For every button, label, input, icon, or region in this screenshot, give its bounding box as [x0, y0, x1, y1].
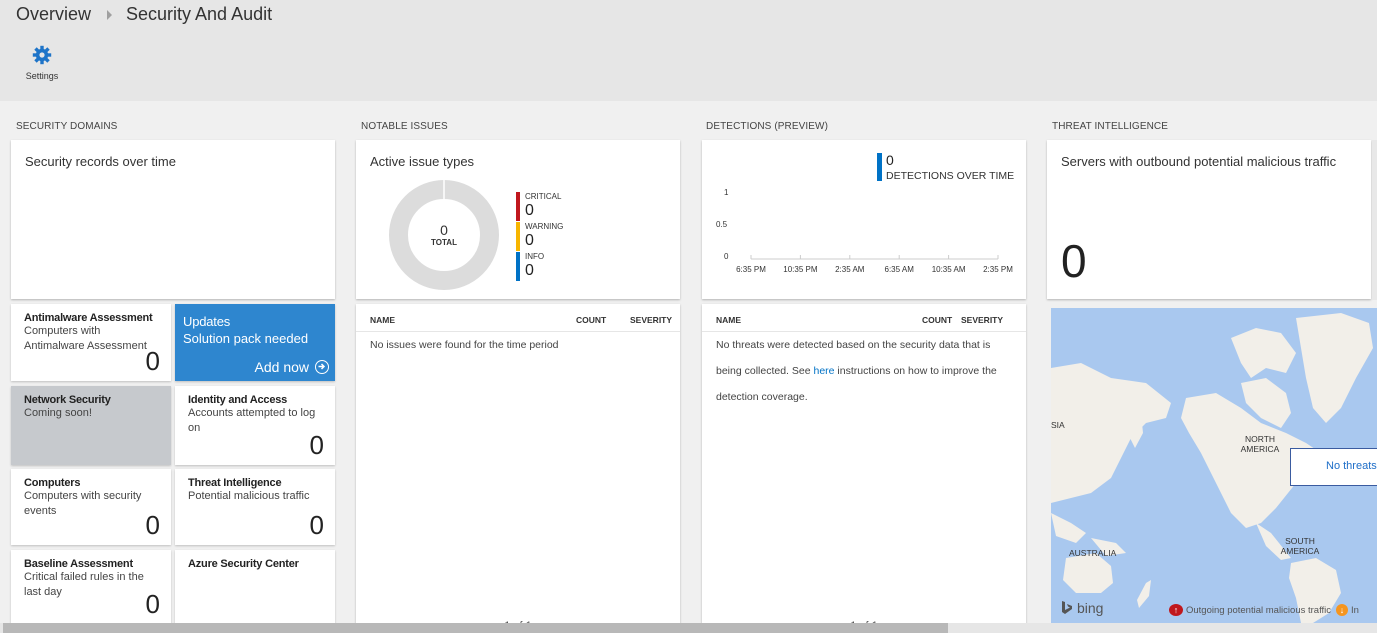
settings-button[interactable]: Settings	[20, 45, 64, 81]
vertical-scrollbar[interactable]	[1372, 140, 1377, 300]
map-label-asia: SIA	[1051, 420, 1065, 430]
tile-value: 0	[309, 430, 324, 460]
malicious-traffic-title: Servers with outbound potential maliciou…	[1061, 154, 1337, 169]
breadcrumb-overview[interactable]: Overview	[16, 4, 91, 25]
col-count[interactable]: COUNT	[922, 315, 952, 325]
horizontal-scrollbar-thumb[interactable]	[3, 623, 948, 633]
severity-label: CRITICAL	[525, 192, 562, 201]
arrow-circle-right-icon	[315, 360, 329, 374]
tile-title: Baseline Assessment	[24, 558, 133, 570]
tile-antimalware-assessment[interactable]: Antimalware Assessment Computers with An…	[11, 304, 171, 381]
security-domains-heading: SECURITY DOMAINS	[16, 121, 118, 132]
add-now-link[interactable]: Add now	[255, 359, 329, 375]
map-label-north-america: NORTH AMERICA	[1240, 434, 1280, 454]
map-popup: No threats	[1290, 448, 1377, 486]
tile-desc: Critical failed rules in the last day	[24, 571, 144, 598]
tile-title: Threat Intelligence	[188, 477, 282, 489]
bing-icon	[1062, 601, 1072, 614]
breadcrumb-separator-icon	[107, 9, 113, 20]
tile-desc: Coming soon!	[24, 407, 92, 419]
tile-title: Computers	[24, 477, 81, 489]
outgoing-arrow-icon: ↑	[1169, 604, 1183, 616]
notable-issues-heading: NOTABLE ISSUES	[361, 121, 448, 132]
tile-desc: Accounts attempted to log on	[188, 407, 316, 434]
tile-threat-intelligence[interactable]: Threat Intelligence Potential malicious …	[175, 469, 335, 545]
legend-outgoing: Outgoing potential malicious traffic	[1186, 604, 1332, 616]
tile-title: Azure Security Center	[188, 558, 299, 570]
col-name[interactable]: NAME	[370, 315, 395, 325]
y-tick-label: 1	[724, 188, 729, 197]
severity-critical: CRITICAL 0	[516, 192, 586, 221]
tile-desc: Computers with Antimalware Assessment	[24, 325, 147, 352]
severity-info: INFO 0	[516, 252, 586, 281]
col-name[interactable]: NAME	[716, 315, 741, 325]
tile-title: Updates	[183, 314, 231, 329]
tile-title: Identity and Access	[188, 394, 288, 406]
tile-computers[interactable]: Computers Computers with security events…	[11, 469, 171, 545]
bing-logo: bing	[1061, 600, 1103, 616]
severity-value: 0	[525, 232, 534, 249]
map-label-south-america: SOUTH AMERICA	[1280, 536, 1320, 556]
x-tick-label: 2:35 PM	[983, 265, 1013, 274]
gear-icon	[32, 45, 52, 65]
tile-desc: Solution pack needed	[183, 331, 309, 346]
severity-warning: WARNING 0	[516, 222, 586, 251]
col-severity[interactable]: SEVERITY	[961, 315, 1003, 325]
tile-value: 0	[145, 346, 160, 376]
tile-baseline-assessment[interactable]: Baseline Assessment Critical failed rule…	[11, 550, 171, 630]
settings-label: Settings	[25, 71, 59, 81]
bing-label: bing	[1077, 600, 1104, 616]
security-records-title: Security records over time	[25, 154, 176, 169]
tile-desc: Potential malicious traffic	[188, 490, 310, 502]
incoming-arrow-icon: ↓	[1336, 604, 1349, 616]
here-link[interactable]: here	[813, 365, 834, 377]
tile-updates[interactable]: Updates Solution pack needed Add now	[175, 304, 335, 381]
tile-desc: Computers with security events	[24, 490, 142, 517]
detections-table-header: NAME COUNT SEVERITY	[702, 304, 1026, 332]
tile-value: 0	[145, 510, 160, 540]
active-issue-types-title: Active issue types	[370, 154, 475, 169]
total-label: TOTAL	[431, 238, 457, 247]
issues-table-header: NAME COUNT SEVERITY	[356, 304, 680, 332]
threat-intelligence-heading: THREAT INTELLIGENCE	[1052, 121, 1168, 132]
header: Overview Security And Audit Settings	[0, 0, 1377, 101]
issues-table-card: NAME COUNT SEVERITY No issues were found…	[356, 304, 680, 632]
tile-azure-security-center[interactable]: Azure Security Center	[175, 550, 335, 630]
legend-incoming: In	[1351, 604, 1359, 616]
y-tick-label: 0.5	[716, 220, 728, 229]
breadcrumb-current: Security And Audit	[126, 4, 273, 24]
breadcrumb: Overview Security And Audit	[16, 4, 272, 25]
tile-identity-and-access[interactable]: Identity and Access Accounts attempted t…	[175, 386, 335, 465]
detections-chart-card[interactable]: 0 DETECTIONS OVER TIME 0 0.5 1 6:35 PM 10:3…	[702, 140, 1026, 299]
map-legend: ↑ Outgoing potential malicious traffic ↓…	[1169, 604, 1359, 616]
donut-center: 0 TOTAL	[389, 180, 499, 290]
total-value: 0	[440, 222, 448, 238]
tile-title: Network Security	[24, 394, 111, 406]
add-now-label: Add now	[254, 359, 309, 375]
issues-empty-message: No issues were found for the time period	[370, 339, 559, 351]
security-records-chart-card[interactable]: Security records over time	[11, 140, 335, 299]
detections-line-chart	[750, 255, 999, 260]
malicious-traffic-card[interactable]: Servers with outbound potential maliciou…	[1047, 140, 1371, 299]
tile-network-security[interactable]: Network Security Coming soon!	[11, 386, 171, 465]
map-label-australia: AUSTRALIA	[1069, 548, 1117, 558]
tile-title: Antimalware Assessment	[24, 312, 153, 324]
severity-label: INFO	[525, 252, 545, 261]
severity-value: 0	[525, 262, 534, 279]
active-issue-types-card[interactable]: Active issue types 0 TOTAL CRITICAL 0 WA…	[356, 140, 680, 299]
malicious-traffic-value: 0	[1061, 235, 1087, 287]
tile-value: 0	[309, 510, 324, 540]
col-count[interactable]: COUNT	[576, 315, 606, 325]
y-tick-label: 0	[724, 252, 729, 261]
severity-value: 0	[525, 202, 534, 219]
severity-label: WARNING	[525, 222, 564, 231]
detections-heading: DETECTIONS (PREVIEW)	[706, 121, 829, 132]
detections-empty-message: No threats were detected based on the se…	[716, 332, 1016, 410]
threat-map[interactable]: SIA NORTH AMERICA SOUTH AMERICA AUSTRALI…	[1051, 308, 1377, 623]
col-severity[interactable]: SEVERITY	[630, 315, 672, 325]
detections-table-card: NAME COUNT SEVERITY No threats were dete…	[702, 304, 1026, 632]
tile-value: 0	[145, 589, 160, 619]
